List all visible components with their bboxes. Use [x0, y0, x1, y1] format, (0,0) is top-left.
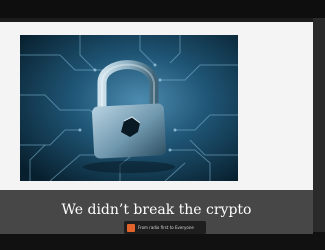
presentation-slide: We didn’t break the crypto	[0, 22, 313, 234]
padlock-illustration	[20, 35, 238, 181]
right-scroll-strip	[313, 18, 325, 240]
bottom-bar	[0, 232, 325, 250]
padlock-circuit-image	[20, 35, 238, 181]
top-bar	[0, 0, 325, 18]
notification-text: From radio first to Everyone	[138, 225, 194, 230]
app-icon	[127, 223, 135, 232]
slide-caption: We didn’t break the crypto	[61, 202, 252, 218]
notification-toast[interactable]: From radio first to Everyone	[124, 221, 206, 234]
